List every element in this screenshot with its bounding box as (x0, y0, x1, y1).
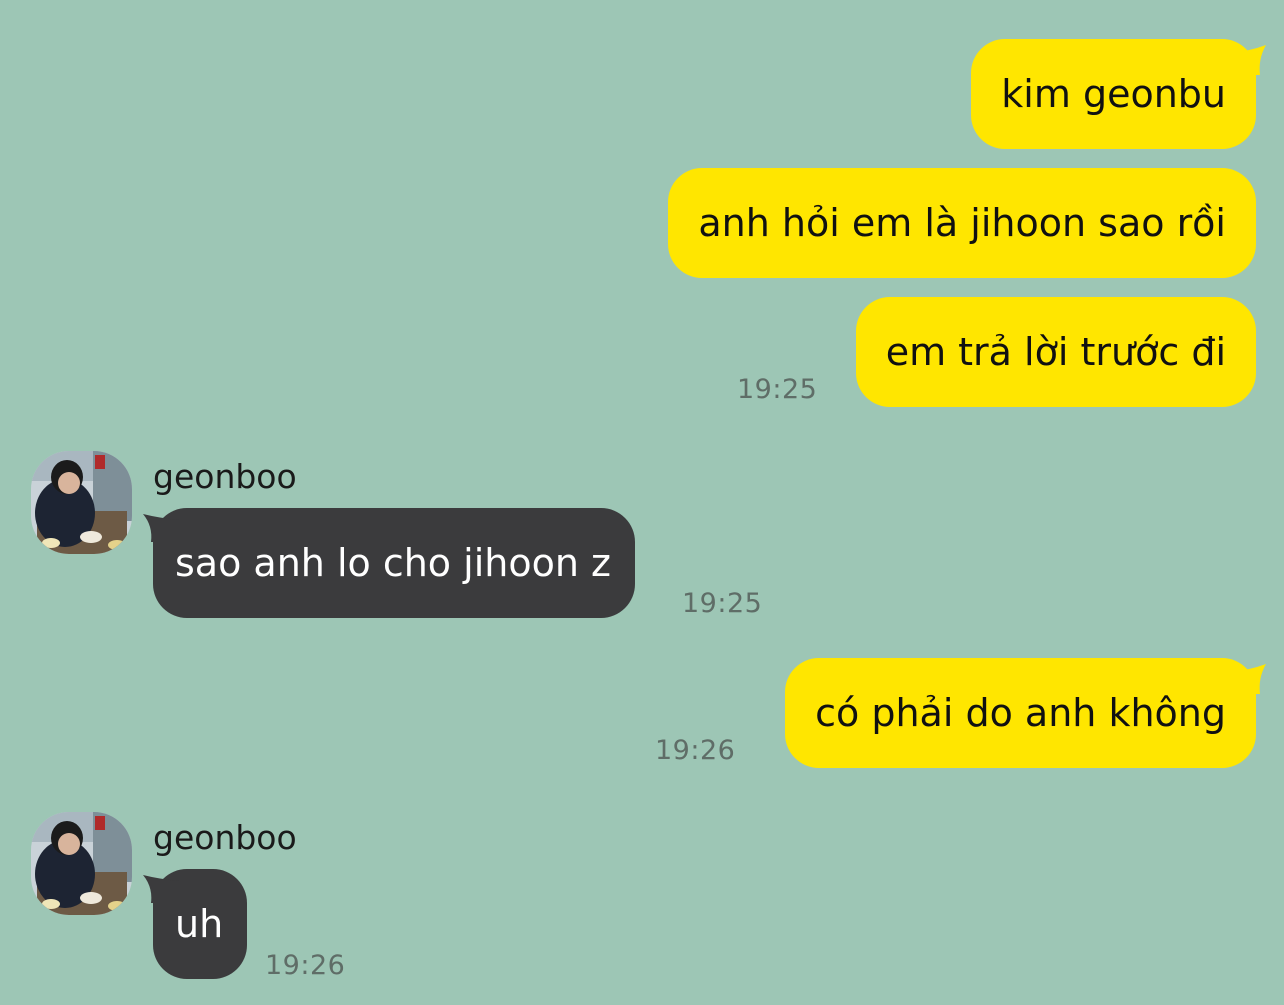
chat-thread: kim geonbu anh hỏi em là jihoon sao rồi … (0, 0, 1284, 1005)
message-timestamp: 19:26 (655, 735, 736, 766)
avatar[interactable] (31, 451, 132, 554)
bubble-tail-icon (143, 875, 179, 903)
profile-photo-icon (31, 451, 132, 554)
bubble-tail-icon (1230, 45, 1266, 75)
profile-photo-icon (31, 812, 132, 915)
bubble-tail-icon (1230, 664, 1266, 694)
outgoing-message-bubble[interactable]: có phải do anh không (785, 658, 1266, 768)
message-text: em trả lời trước đi (885, 330, 1226, 374)
avatar[interactable] (31, 812, 132, 915)
incoming-message-bubble[interactable]: uh (143, 869, 248, 979)
outgoing-message-bubble[interactable]: em trả lời trước đi (855, 297, 1256, 407)
message-text: anh hỏi em là jihoon sao rồi (698, 201, 1226, 245)
message-timestamp: 19:25 (737, 374, 818, 405)
message-text: uh (175, 902, 224, 946)
outgoing-message-bubble[interactable]: kim geonbu (971, 39, 1266, 149)
message-text: sao anh lo cho jihoon z (175, 541, 611, 585)
message-timestamp: 19:26 (265, 950, 346, 981)
message-text: có phải do anh không (815, 691, 1226, 735)
sender-name: geonboo (153, 457, 297, 496)
sender-name: geonboo (153, 818, 297, 857)
bubble-tail-icon (143, 514, 179, 542)
message-timestamp: 19:25 (682, 588, 763, 619)
message-text: kim geonbu (1001, 72, 1226, 116)
incoming-message-bubble[interactable]: sao anh lo cho jihoon z (143, 508, 635, 618)
outgoing-message-bubble[interactable]: anh hỏi em là jihoon sao rồi (668, 168, 1256, 278)
